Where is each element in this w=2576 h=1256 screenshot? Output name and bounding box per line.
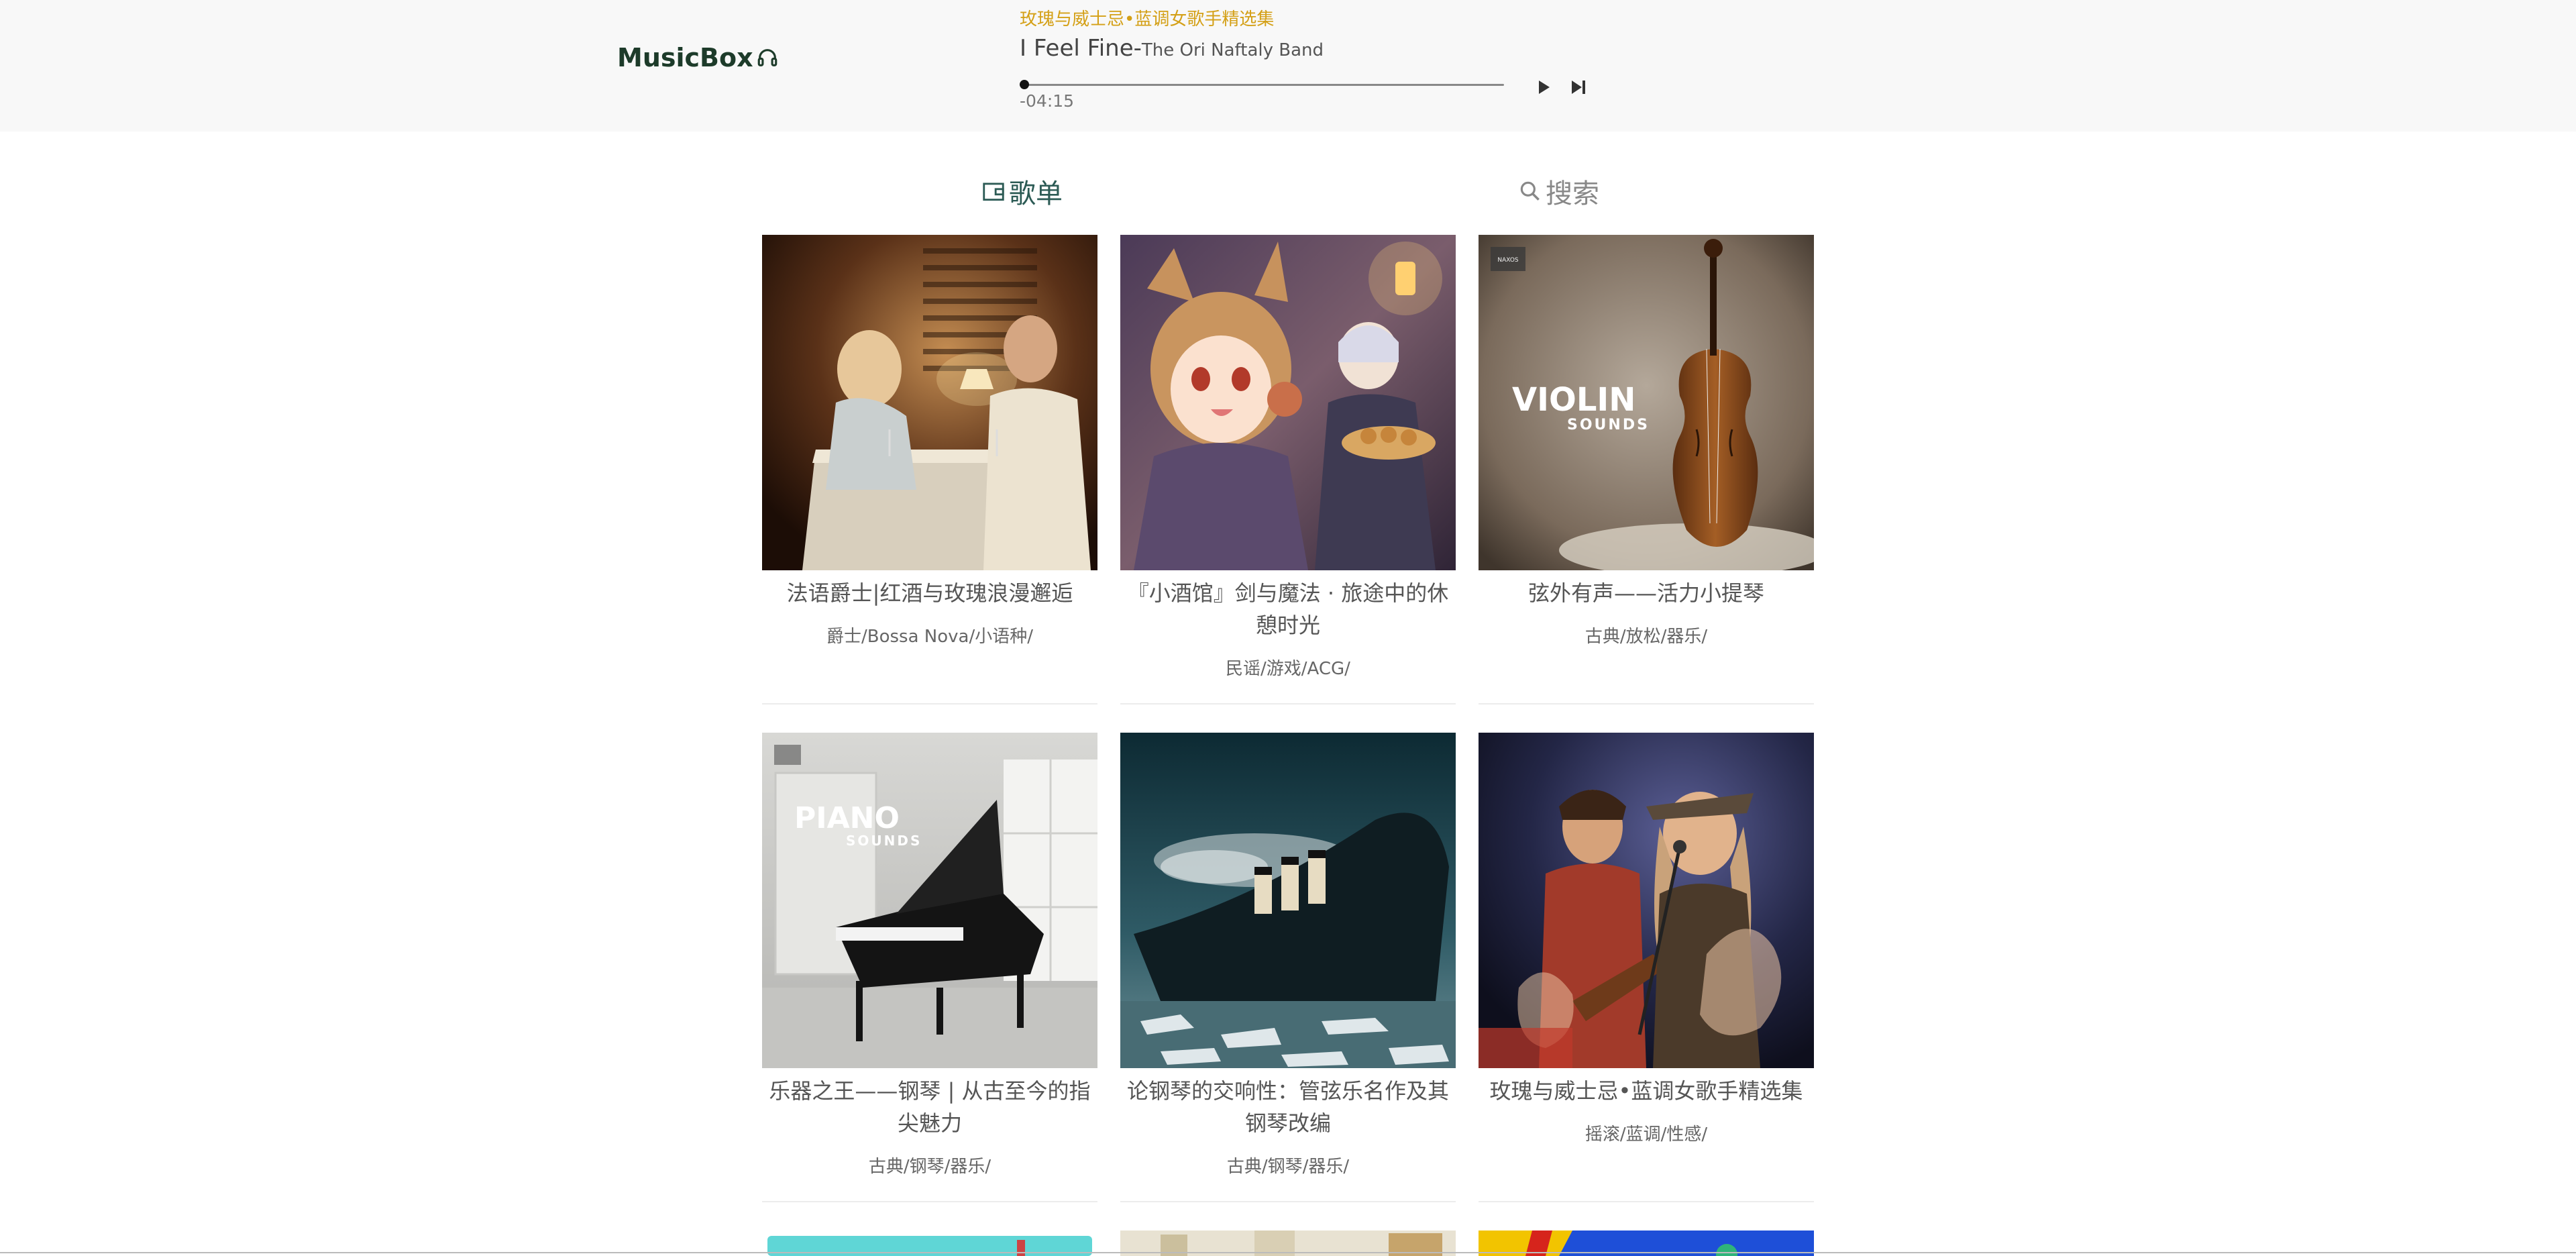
- playlist-tags: 爵士/Bossa Nova/小语种/: [826, 627, 1033, 647]
- label-badge: NAXOS: [1497, 257, 1519, 264]
- now-playing: 玫瑰与威士忌•蓝调女歌手精选集 I Feel Fine - The Ori Na…: [1020, 5, 1597, 119]
- main-tabs: 歌单 搜索: [762, 172, 1814, 212]
- playlist-card[interactable]: 『小酒馆』剑与魔法 · 旅途中的休憩时光 民谣/游戏/ACG/: [1120, 235, 1456, 704]
- headphones-icon: [757, 49, 777, 66]
- tab-search[interactable]: 搜索: [1517, 172, 1599, 211]
- piano-cover-title: PIANO: [794, 801, 900, 835]
- playlist-card[interactable]: 法语爵士|红酒与玫瑰浪漫邂逅 爵士/Bossa Nova/小语种/: [762, 235, 1097, 704]
- playlist-title[interactable]: 乐器之王——钢琴 | 从古至今的指尖魅力: [762, 1068, 1097, 1139]
- card-divider: [762, 1201, 1097, 1202]
- playlist-cover[interactable]: [1479, 733, 1814, 1068]
- window-bottom-edge: [0, 1252, 2576, 1253]
- top-player-bar: MusicBox 玫瑰与威士忌•蓝调女歌手精选集 I Feel Fine - T…: [0, 0, 2576, 132]
- playlist-cover[interactable]: [762, 235, 1097, 570]
- piano-cover-sub: SOUNDS: [846, 833, 922, 849]
- play-button[interactable]: [1535, 78, 1552, 99]
- app-logo[interactable]: MusicBox: [617, 43, 779, 72]
- tab-search-label: 搜索: [1546, 178, 1599, 209]
- card-divider: [1120, 703, 1456, 704]
- playlist-tags: 古典/放松/器乐/: [1585, 627, 1708, 647]
- next-track-button[interactable]: [1568, 78, 1589, 99]
- playlist-card[interactable]: NAXOS VIOLIN SOUNDS 弦外有声——活力小提琴 古典/放松/器乐…: [1479, 235, 1814, 704]
- playlist-card[interactable]: 论钢琴的交响性：管弦乐名作及其钢琴改编 古典/钢琴/器乐/: [1120, 733, 1456, 1202]
- playlist-tags: 古典/钢琴/器乐/: [1226, 1157, 1350, 1177]
- playlist-cover[interactable]: [1120, 733, 1456, 1068]
- violin-cover-sub: SOUNDS: [1567, 417, 1650, 433]
- playlist-card[interactable]: PIANO SOUNDS 乐器之王——钢琴 | 从古至今的指尖魅力 古典/钢琴/…: [762, 733, 1097, 1202]
- playlist-cover[interactable]: [1120, 235, 1456, 570]
- progress-handle[interactable]: [1020, 80, 1029, 89]
- playlist-cover[interactable]: NAXOS VIOLIN SOUNDS: [1479, 235, 1814, 570]
- violin-cover-title: VIOLIN: [1512, 381, 1635, 419]
- tab-playlist-label: 歌单: [1009, 178, 1063, 209]
- playlist-card[interactable]: 玫瑰与威士忌•蓝调女歌手精选集 摇滚/蓝调/性感/: [1479, 733, 1814, 1202]
- card-divider: [1479, 703, 1814, 704]
- playlist-cover[interactable]: PIANO SOUNDS: [762, 733, 1097, 1068]
- playlist-title[interactable]: 玫瑰与威士忌•蓝调女歌手精选集: [1479, 1068, 1814, 1107]
- playlist-title[interactable]: 弦外有声——活力小提琴: [1479, 570, 1814, 609]
- playlist-icon: [983, 182, 1004, 201]
- playlist-title[interactable]: 『小酒馆』剑与魔法 · 旅途中的休憩时光: [1120, 570, 1456, 641]
- playlist-tags: 古典/钢琴/器乐/: [868, 1157, 991, 1177]
- time-remaining: -04:15: [1020, 91, 1075, 111]
- skip-next-icon: [1572, 81, 1585, 94]
- tab-playlist[interactable]: 歌单: [981, 172, 1063, 211]
- artist-name: The Ori Naftaly Band: [1141, 40, 1324, 60]
- card-divider: [762, 703, 1097, 704]
- current-playlist-name[interactable]: 玫瑰与威士忌•蓝调女歌手精选集: [1020, 5, 1274, 30]
- play-icon: [1539, 81, 1550, 94]
- song-title: I Feel Fine: [1020, 35, 1134, 62]
- playlist-title[interactable]: 论钢琴的交响性：管弦乐名作及其钢琴改编: [1120, 1068, 1456, 1139]
- playlist-tags: 摇滚/蓝调/性感/: [1585, 1124, 1708, 1145]
- card-divider: [1120, 1201, 1456, 1202]
- progress-track: [1020, 84, 1504, 86]
- search-icon: [1520, 181, 1540, 201]
- card-divider: [1479, 1201, 1814, 1202]
- playlist-tags: 民谣/游戏/ACG/: [1226, 659, 1350, 679]
- title-separator: -: [1133, 35, 1142, 62]
- progress-bar[interactable]: [1020, 79, 1504, 90]
- logo-text: MusicBox: [617, 43, 753, 72]
- current-track: I Feel Fine - The Ori Naftaly Band: [1020, 35, 1324, 62]
- playlist-title[interactable]: 法语爵士|红酒与玫瑰浪漫邂逅: [762, 570, 1097, 609]
